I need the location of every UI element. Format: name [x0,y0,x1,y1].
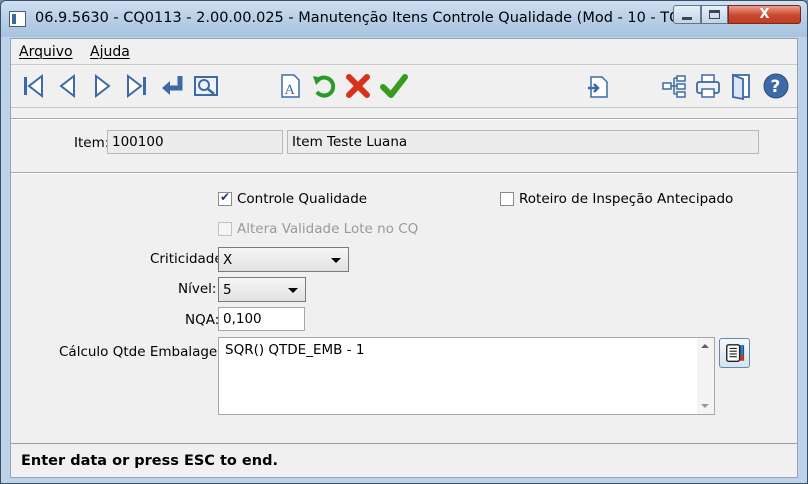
undo-icon [313,75,336,98]
textarea-scrollbar[interactable] [697,338,714,414]
menu-ajuda[interactable]: Ajuda [90,44,130,60]
cancel-icon [346,74,370,98]
first-record-button[interactable] [19,71,49,101]
checkbox-box [218,222,232,236]
criticidade-select[interactable]: X [218,247,349,272]
maximize-button[interactable] [701,5,728,24]
item-description-field[interactable]: Item Teste Luana [287,130,759,154]
edit-text-icon: A [281,74,300,98]
formula-editor-button[interactable] [719,338,750,368]
chevron-down-icon [288,288,298,293]
item-code-field[interactable]: 100100 [107,130,283,154]
hierarchy-button[interactable] [659,71,689,101]
nqa-label: NQA: [185,312,220,328]
calculo-label: Cálculo Qtde Embalagens: [59,344,238,360]
minimize-icon [682,16,692,20]
hierarchy-icon [662,75,686,98]
controle-qualidade-checkbox[interactable]: Controle Qualidade [218,190,368,207]
search-icon [194,76,218,96]
roteiro-inspecao-checkbox[interactable]: Roteiro de Inspeção Antecipado [500,191,733,207]
separator-top [11,118,797,120]
next-record-icon [95,73,111,99]
altera-validade-label: Altera Validade Lote no CQ [237,221,419,237]
first-record-icon [24,73,43,99]
app-window: 06.9.5630 - CQ0113 - 2.00.00.025 - Manut… [0,0,808,484]
menu-bar: Arquivo Ajuda [11,39,797,63]
criticidade-label: Criticidade: [150,251,228,267]
cancel-button[interactable] [343,71,373,101]
separator-middle [11,172,797,174]
go-to-icon [162,76,183,95]
exit-button[interactable] [727,71,757,101]
nivel-value: 5 [223,282,232,298]
scroll-up-icon[interactable] [701,344,709,348]
help-button[interactable]: ? [761,71,791,101]
last-record-icon [127,73,146,99]
maximize-icon [709,10,720,19]
undo-button[interactable] [309,71,339,101]
edit-text-button[interactable]: A [275,71,305,101]
previous-record-icon [59,73,75,99]
toolbar: A ? [11,64,797,108]
close-icon: X [759,7,770,22]
nqa-field[interactable]: 0,100 [218,307,305,331]
criticidade-value: X [223,252,233,268]
close-button[interactable]: X [728,5,801,24]
app-icon[interactable] [9,11,26,27]
exit-icon [732,73,750,100]
title-bar[interactable]: 06.9.5630 - CQ0113 - 2.00.00.025 - Manut… [1,1,807,37]
client-area: Arquivo Ajuda A ? Item: 100100 Item Test… [10,38,798,478]
go-to-button[interactable] [157,71,187,101]
formula-editor-icon [725,344,744,362]
item-label: Item: [74,135,110,151]
nivel-select[interactable]: 5 [218,277,306,302]
print-button[interactable] [693,71,723,101]
svg-text:?: ? [771,77,781,97]
previous-record-button[interactable] [53,71,83,101]
last-record-button[interactable] [121,71,151,101]
checkbox-box [500,192,514,206]
calculo-value: SQR() QTDE_EMB - 1 [225,342,365,358]
menu-arquivo[interactable]: Arquivo [19,44,73,60]
status-bar: Enter data or press ESC to end. [11,443,797,477]
scroll-down-icon[interactable] [701,404,709,408]
chevron-down-icon [331,258,341,263]
controle-qualidade-label: Controle Qualidade [237,191,368,207]
help-icon: ? [763,73,789,99]
next-record-button[interactable] [87,71,117,101]
calculo-textarea[interactable]: SQR() QTDE_EMB - 1 [218,337,715,415]
export-button[interactable] [583,71,613,101]
confirm-button[interactable] [379,71,409,101]
export-icon [588,76,608,98]
menu-ajuda-label: Ajuda [90,44,130,60]
menu-arquivo-label: Arquivo [19,44,73,60]
status-message: Enter data or press ESC to end. [21,453,278,469]
window-title: 06.9.5630 - CQ0113 - 2.00.00.025 - Manut… [35,10,709,26]
svg-text:A: A [284,83,295,98]
altera-validade-checkbox[interactable]: Altera Validade Lote no CQ [218,221,418,237]
confirm-icon [380,74,408,98]
minimize-button[interactable] [673,5,701,24]
print-icon [696,74,720,98]
nivel-label: Nível: [178,281,217,297]
search-button[interactable] [191,71,221,101]
roteiro-inspecao-label: Roteiro de Inspeção Antecipado [519,191,734,207]
checkbox-box [218,190,232,206]
